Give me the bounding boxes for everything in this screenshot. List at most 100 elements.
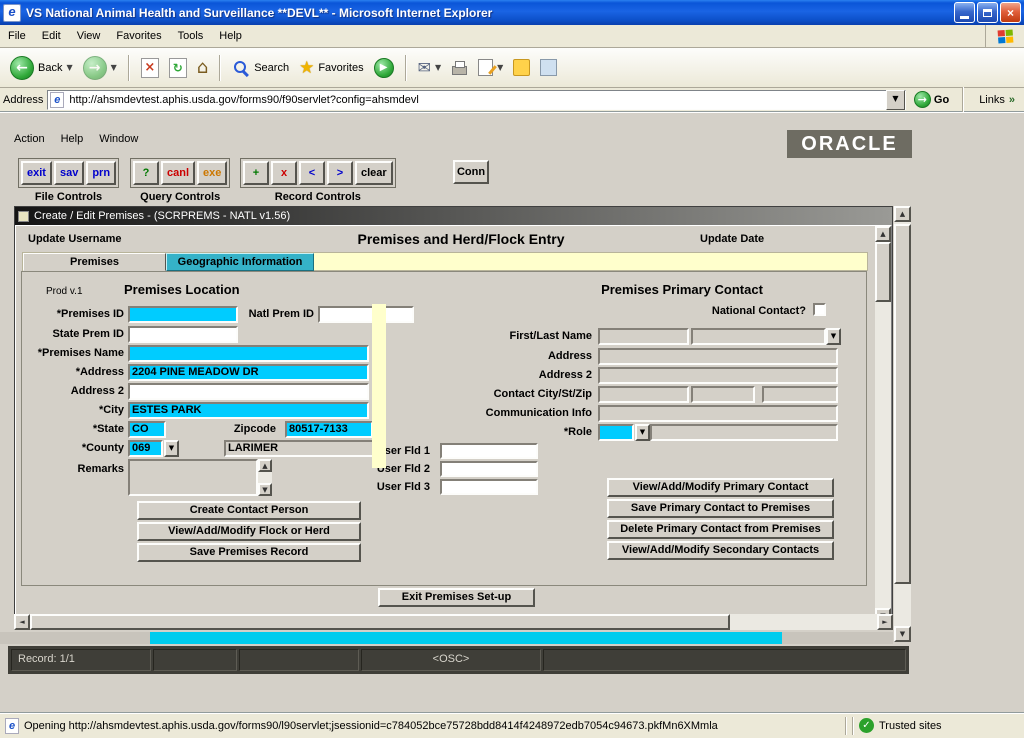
scroll-up-icon[interactable]: ▲ (875, 226, 891, 242)
premises-id-field[interactable] (128, 306, 238, 323)
scroll-down-icon[interactable]: ▼ (258, 483, 272, 496)
cyan-scrollbar-thumb[interactable] (150, 632, 782, 644)
view-add-modify-primary-contact-button[interactable]: View/Add/Modify Primary Contact (607, 478, 834, 497)
scrollbar-thumb[interactable] (30, 614, 730, 630)
menu-tools[interactable]: Tools (170, 26, 212, 46)
city-field[interactable]: ESTES PARK (128, 402, 369, 419)
scroll-up-icon[interactable]: ▲ (894, 206, 911, 222)
cyan-scrollbar-track[interactable] (0, 632, 893, 644)
menu-view[interactable]: View (69, 26, 109, 46)
enter-query-button[interactable]: ? (133, 161, 159, 185)
address-field[interactable]: e ▼ (47, 90, 906, 110)
view-add-modify-secondary-contacts-button[interactable]: View/Add/Modify Secondary Contacts (607, 541, 834, 560)
forward-button[interactable]: → ▼ (79, 53, 121, 83)
discuss-button[interactable] (536, 56, 561, 79)
scroll-left-icon[interactable]: ◄ (14, 614, 30, 630)
contact-address-field[interactable] (598, 348, 838, 365)
address-dropdown-button[interactable]: ▼ (886, 90, 905, 110)
remarks-field[interactable] (128, 459, 258, 496)
print-button[interactable] (447, 58, 472, 78)
media-button[interactable]: ▶ (370, 55, 398, 81)
print-form-button[interactable]: prn (86, 161, 116, 185)
county-dropdown-button[interactable]: ▼ (164, 440, 179, 457)
menu-file[interactable]: File (0, 26, 34, 46)
delete-record-button[interactable]: x (271, 161, 297, 185)
refresh-button[interactable]: ↻ (165, 55, 191, 81)
exit-button[interactable]: exit (21, 161, 52, 185)
minimize-button[interactable] (954, 2, 975, 23)
stop-button[interactable]: × (137, 55, 163, 81)
links-button[interactable]: Links » (973, 94, 1021, 106)
zipcode-field[interactable]: 80517-7133 (285, 421, 373, 438)
messenger-button[interactable] (509, 56, 534, 79)
edit-dropdown-icon[interactable]: ▼ (497, 63, 503, 72)
state-field[interactable]: CO (128, 421, 166, 438)
execute-query-button[interactable]: exe (197, 161, 227, 185)
address-input[interactable] (67, 91, 886, 109)
role-field[interactable] (598, 424, 634, 441)
contact-city-field[interactable] (598, 386, 689, 403)
mail-dropdown-icon[interactable]: ▼ (435, 63, 441, 72)
delete-primary-contact-button[interactable]: Delete Primary Contact from Premises (607, 520, 834, 539)
oracle-menu-action[interactable]: Action (14, 133, 45, 145)
national-contact-checkbox[interactable] (813, 303, 826, 316)
form-vertical-scrollbar[interactable]: ▲ ▼ (875, 226, 891, 624)
last-name-field[interactable] (691, 328, 826, 345)
tab-geographic-information[interactable]: Geographic Information (166, 253, 314, 271)
menu-favorites[interactable]: Favorites (108, 26, 169, 46)
edit-button[interactable]: ▼ (474, 56, 507, 79)
back-button[interactable]: ← Back ▼ (6, 53, 77, 83)
user-fld1-field[interactable] (440, 443, 538, 459)
scrollbar-thumb[interactable] (875, 242, 891, 302)
previous-record-button[interactable]: < (299, 161, 325, 185)
oracle-menu-window[interactable]: Window (99, 133, 138, 145)
app-vertical-scrollbar[interactable]: ▲ ▼ (894, 206, 911, 642)
app-horizontal-scrollbar[interactable]: ◄ ► (14, 614, 893, 630)
role-dropdown-button[interactable]: ▼ (635, 424, 650, 441)
mail-button[interactable]: ✉ ▼ (414, 55, 446, 80)
user-fld2-field[interactable] (440, 461, 538, 477)
user-fld3-field[interactable] (440, 479, 538, 495)
address-field[interactable]: 2204 PINE MEADOW DR (128, 364, 369, 381)
form-titlebar[interactable]: Create / Edit Premises - (SCRPREMS - NAT… (15, 207, 892, 225)
add-record-button[interactable]: + (243, 161, 269, 185)
premises-name-field[interactable] (128, 345, 369, 362)
communication-info-field[interactable] (598, 405, 838, 422)
conn-button[interactable]: Conn (453, 160, 489, 184)
cancel-query-button[interactable]: canl (161, 161, 195, 185)
menu-edit[interactable]: Edit (34, 26, 69, 46)
natl-prem-id-field[interactable] (318, 306, 414, 323)
contact-address2-field[interactable] (598, 367, 838, 384)
menu-help[interactable]: Help (211, 26, 250, 46)
save-premises-record-button[interactable]: Save Premises Record (137, 543, 361, 562)
home-button[interactable]: ⌂ (193, 54, 212, 81)
scrollbar-thumb[interactable] (894, 224, 911, 584)
remarks-scrollbar[interactable]: ▲ ▼ (258, 459, 272, 496)
favorites-button[interactable]: ★ Favorites (295, 55, 368, 81)
contact-st-field[interactable] (691, 386, 755, 403)
contact-zip-field[interactable] (762, 386, 838, 403)
oracle-menu-help[interactable]: Help (61, 133, 84, 145)
state-prem-id-field[interactable] (128, 326, 238, 343)
close-button[interactable]: × (1000, 2, 1021, 23)
go-button[interactable]: → Go (910, 91, 953, 108)
tab-premises[interactable]: Premises (23, 253, 166, 271)
save-button[interactable]: sav (54, 161, 84, 185)
view-add-modify-flock-herd-button[interactable]: View/Add/Modify Flock or Herd (137, 522, 361, 541)
address2-field[interactable] (128, 383, 369, 400)
create-contact-person-button[interactable]: Create Contact Person (137, 501, 361, 520)
back-dropdown-icon[interactable]: ▼ (66, 63, 72, 72)
scroll-up-icon[interactable]: ▲ (258, 459, 272, 472)
scroll-down-icon[interactable]: ▼ (894, 626, 911, 642)
maximize-button[interactable] (977, 2, 998, 23)
name-dropdown-button[interactable]: ▼ (826, 328, 841, 345)
first-name-field[interactable] (598, 328, 689, 345)
save-primary-contact-button[interactable]: Save Primary Contact to Premises (607, 499, 834, 518)
county-field[interactable]: 069 (128, 440, 163, 457)
next-record-button[interactable]: > (327, 161, 353, 185)
scroll-right-icon[interactable]: ► (877, 614, 893, 630)
forward-dropdown-icon[interactable]: ▼ (111, 63, 117, 72)
clear-record-button[interactable]: clear (355, 161, 393, 185)
search-button[interactable]: Search (228, 56, 293, 80)
exit-premises-setup-button[interactable]: Exit Premises Set-up (378, 588, 535, 607)
